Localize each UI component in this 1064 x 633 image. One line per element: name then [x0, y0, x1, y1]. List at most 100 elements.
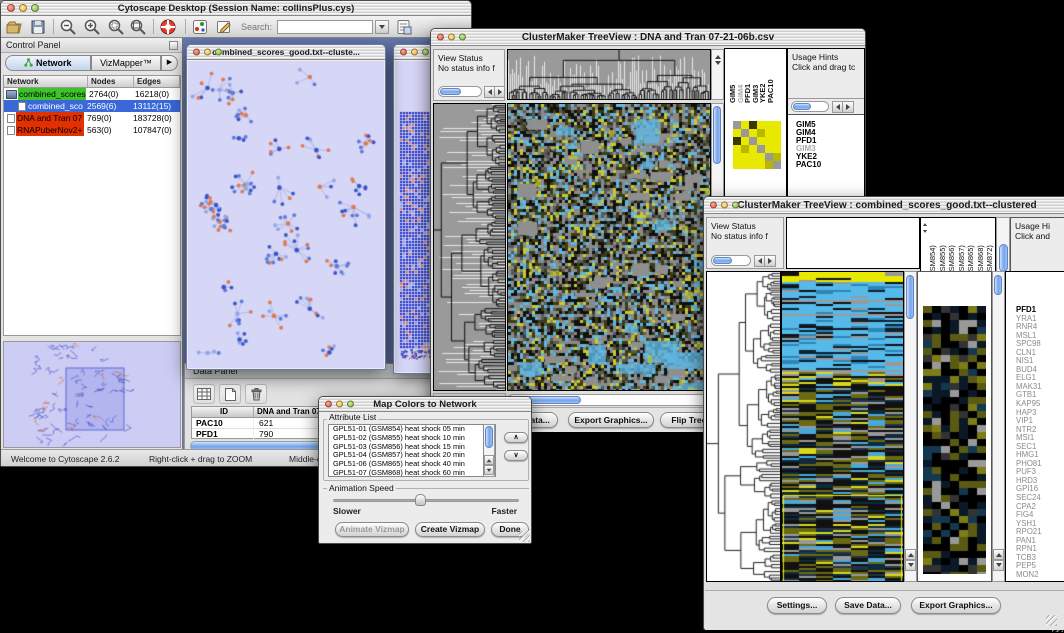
tv1-usage-hscrollbar[interactable] — [791, 101, 829, 112]
zoom-out-icon[interactable] — [59, 18, 77, 36]
network1-title-bar[interactable]: combined_scores_good.txt--cluste... — [187, 45, 385, 60]
minimize-icon[interactable] — [204, 49, 211, 56]
birdseye-canvas[interactable] — [4, 342, 180, 447]
tab-overflow-icon[interactable]: ▶ — [161, 55, 178, 71]
zoom-window-icon[interactable] — [31, 4, 39, 12]
minimize-icon[interactable] — [721, 202, 728, 209]
attribute-item[interactable]: GPL51-07 (GSM868) heat shock 60 min — [331, 469, 495, 477]
new-attribute-icon[interactable] — [219, 384, 241, 404]
delete-attribute-icon[interactable] — [245, 384, 267, 404]
zoom-fit-icon[interactable] — [129, 18, 147, 36]
open-icon[interactable] — [5, 18, 23, 36]
resize-grip[interactable] — [1046, 615, 1057, 626]
tv2-status-hscrollbar[interactable] — [711, 255, 751, 266]
scroll-right-icon[interactable] — [495, 86, 505, 98]
main-title-bar[interactable]: Cytoscape Desktop (Session Name: collins… — [1, 1, 471, 16]
minimize-icon[interactable] — [411, 49, 418, 56]
speed-slider-track[interactable] — [333, 499, 519, 502]
zoom-window-icon[interactable] — [215, 49, 222, 56]
speed-slider-thumb[interactable] — [415, 494, 426, 506]
network1-canvas[interactable] — [188, 61, 384, 368]
minimize-icon[interactable] — [336, 401, 343, 408]
search-input[interactable] — [277, 20, 373, 34]
tv1-column-label[interactable]: GIM4 — [736, 51, 744, 103]
tv1-row-dendrogram-panel[interactable] — [433, 103, 506, 391]
vizmapper-icon[interactable] — [191, 18, 209, 36]
save-data-button[interactable]: Save Data... — [835, 597, 901, 614]
help-icon[interactable] — [159, 18, 177, 36]
close-icon[interactable] — [437, 34, 444, 41]
tv2-heatmap[interactable] — [782, 272, 903, 581]
float-panel-icon[interactable] — [169, 41, 178, 50]
table-icon[interactable] — [193, 384, 215, 404]
tv2-row-dendrogram-panel[interactable] — [706, 271, 781, 582]
zoom-window-icon[interactable] — [347, 401, 354, 408]
minimize-icon[interactable] — [19, 4, 27, 12]
move-down-button[interactable]: ∨ — [504, 450, 528, 461]
birdseye-view[interactable] — [3, 341, 181, 448]
network-list-row[interactable]: combined_sco 2569(6) 13112(15) — [4, 100, 180, 112]
annotation-icon[interactable] — [215, 18, 233, 36]
tv1-column-label[interactable]: GIM5 — [728, 51, 736, 103]
zoom-in-icon[interactable] — [83, 18, 101, 36]
network-list-header[interactable]: Network Nodes Edges — [4, 76, 180, 88]
tv1-column-label[interactable]: YKE2 — [758, 51, 766, 103]
zoom-selected-icon[interactable] — [107, 18, 125, 36]
minimize-icon[interactable] — [448, 34, 455, 41]
tv1-hscrollbar[interactable] — [507, 394, 711, 406]
scroll-left-icon[interactable] — [832, 101, 843, 113]
tv1-column-label[interactable]: PFD1 — [743, 51, 751, 103]
animate-vizmap-button[interactable]: Animate Vizmap — [335, 522, 409, 537]
tv1-top-scroll-strip[interactable] — [711, 49, 724, 100]
close-icon[interactable] — [400, 49, 407, 56]
tab-network[interactable]: Network — [5, 55, 91, 71]
similarity-matrix[interactable] — [733, 121, 781, 169]
search-dropdown-icon[interactable] — [375, 20, 389, 34]
network-list-row[interactable]: DNA and Tran 07 769(0) 183728(0) — [4, 112, 180, 124]
tv1-row-label[interactable]: PAC10 — [796, 161, 821, 169]
create-vizmap-button[interactable]: Create Vizmap — [415, 522, 485, 537]
tv2-column-tree-area[interactable] — [786, 217, 920, 269]
tv1-status-hscrollbar[interactable] — [438, 86, 482, 97]
tv2-heatmap-vscrollbar[interactable] — [904, 271, 917, 582]
export-graphics-button[interactable]: Export Graphics... — [911, 597, 1001, 614]
network-list-row[interactable]: RNAPuberNov2+ 563(0) 107847(0) — [4, 124, 180, 136]
attribute-browser-icon[interactable] — [395, 18, 413, 36]
zoom-window-icon[interactable] — [422, 49, 429, 56]
treeview2-title-bar[interactable]: ClusterMaker TreeView : combined_scores_… — [704, 197, 1064, 214]
tv1-heatmap-panel[interactable] — [507, 103, 711, 391]
resize-grip[interactable] — [519, 531, 530, 542]
treeview1-title-bar[interactable]: ClusterMaker TreeView : DNA and Tran 07-… — [431, 29, 865, 46]
gene-label[interactable]: MON2 — [1016, 571, 1064, 580]
close-icon[interactable] — [7, 4, 15, 12]
tv1-row-dendrogram[interactable] — [434, 104, 505, 390]
dialog-title-bar[interactable]: Map Colors to Network — [319, 397, 531, 412]
tv1-column-dendrogram-panel[interactable] — [507, 49, 711, 100]
settings-button[interactable]: Settings... — [767, 597, 827, 614]
tab-vizmapper[interactable]: VizMapper™ — [91, 55, 161, 71]
attribute-list-vscrollbar[interactable] — [483, 424, 495, 477]
tv2-row-dendrogram[interactable] — [707, 272, 780, 581]
move-up-button[interactable]: ∧ — [504, 432, 528, 443]
network-list-row[interactable]: combined_scores 2764(0) 16218(0) — [4, 88, 180, 100]
attribute-list[interactable]: GPL51-01 (GSM854) heat shock 05 minGPL51… — [328, 424, 496, 477]
tv1-heatmap[interactable] — [508, 104, 710, 390]
tv2-gene-vscrollbar[interactable] — [992, 271, 1005, 582]
tv1-column-label[interactable]: PAC10 — [766, 51, 774, 103]
close-icon[interactable] — [193, 49, 200, 56]
tv1-column-dendrogram[interactable] — [508, 50, 710, 99]
zoom-window-icon[interactable] — [459, 34, 466, 41]
zoom-window-icon[interactable] — [732, 202, 739, 209]
export-graphics-button[interactable]: Export Graphics... — [568, 412, 654, 428]
close-icon[interactable] — [710, 202, 717, 209]
tv1-column-label[interactable]: GIM3 — [751, 51, 759, 103]
close-icon[interactable] — [325, 401, 332, 408]
network1-canvas-area[interactable] — [188, 61, 384, 368]
save-icon[interactable] — [29, 18, 47, 36]
tv2-heatmap-panel[interactable] — [781, 271, 904, 582]
scroll-right-icon[interactable] — [843, 101, 854, 113]
scroll-left-icon[interactable] — [754, 255, 765, 267]
scroll-right-icon[interactable] — [765, 255, 776, 267]
tv2-zoom-heatmap[interactable] — [923, 306, 986, 574]
scroll-left-icon[interactable] — [484, 86, 495, 98]
